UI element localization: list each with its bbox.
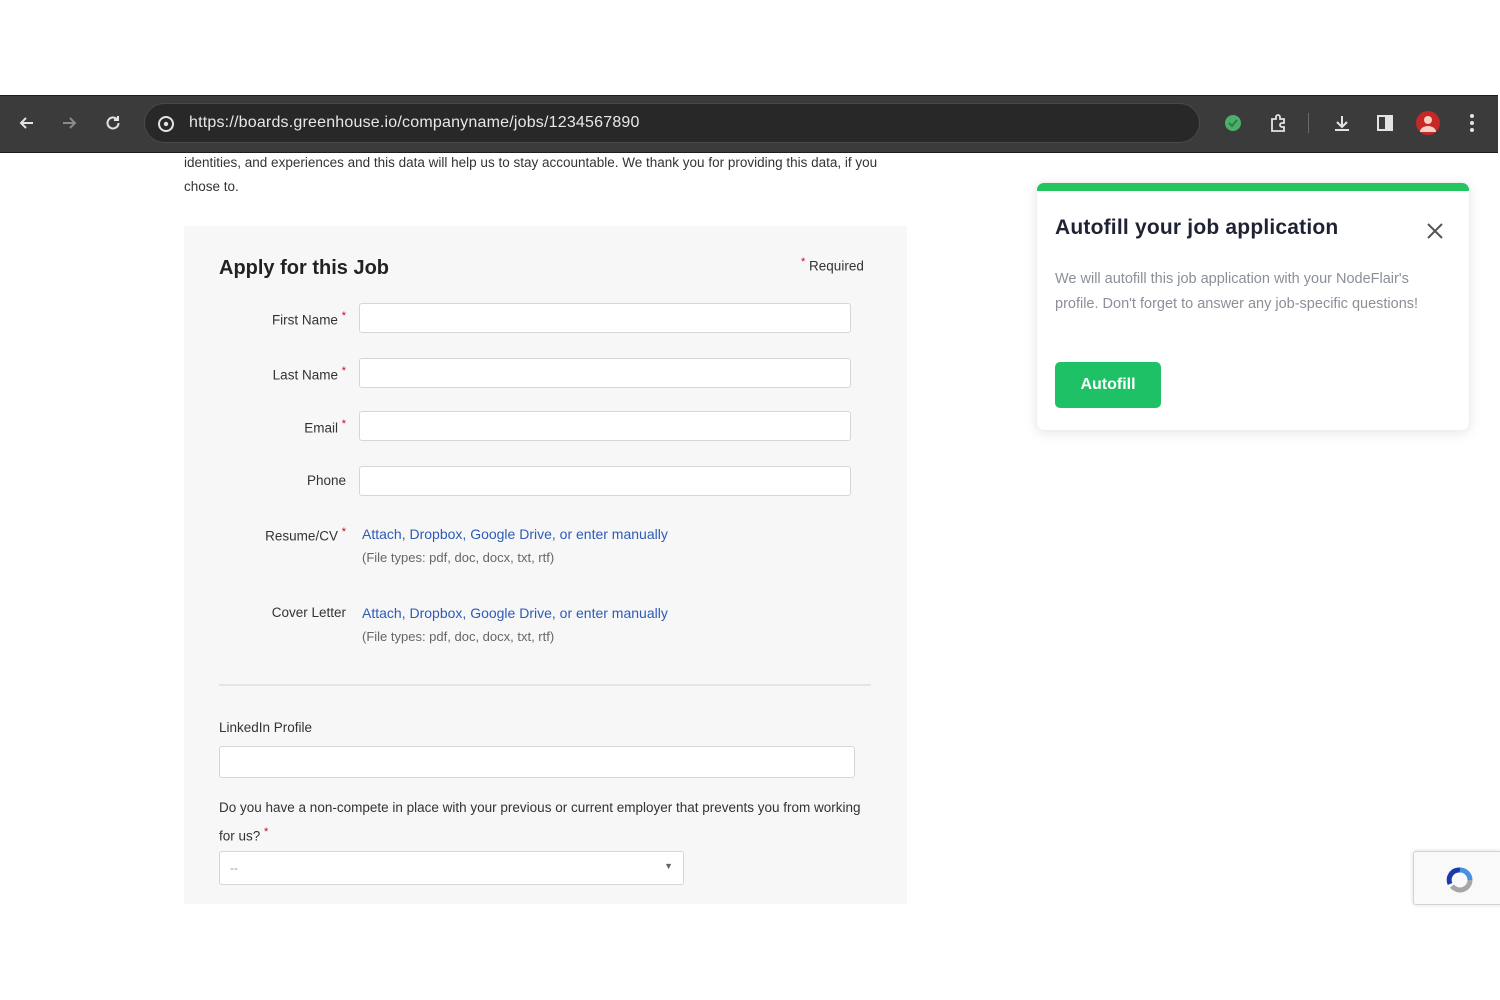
forward-icon[interactable] bbox=[52, 106, 86, 140]
linkedin-input[interactable] bbox=[219, 746, 855, 778]
menu-kebab-icon[interactable] bbox=[1455, 106, 1489, 140]
cover-letter-label: Cover Letter bbox=[271, 605, 346, 620]
cover-letter-enter-manually-link[interactable]: or enter manually bbox=[560, 605, 668, 621]
close-icon[interactable] bbox=[1423, 219, 1447, 243]
chevron-down-icon: ▼ bbox=[664, 861, 673, 871]
required-note: * Required bbox=[801, 256, 864, 274]
email-input[interactable] bbox=[359, 411, 851, 441]
resume-file-types: (File types: pdf, doc, docx, txt, rtf) bbox=[362, 550, 555, 565]
browser-toolbar: https://boards.greenhouse.io/companyname… bbox=[0, 95, 1498, 153]
cover-letter-upload-links: Attach, Dropbox, Google Drive, or enter … bbox=[362, 605, 668, 621]
section-divider bbox=[219, 684, 871, 686]
resume-dropbox-link[interactable]: Dropbox, bbox=[409, 526, 466, 542]
noncompete-question: Do you have a non-compete in place with … bbox=[219, 800, 861, 844]
autofill-popup: Autofill your job application We will au… bbox=[1036, 182, 1470, 431]
cover-letter-file-types: (File types: pdf, doc, docx, txt, rtf) bbox=[362, 629, 555, 644]
toolbar-separator bbox=[1308, 113, 1309, 133]
noncompete-selected-value: -- bbox=[230, 861, 238, 875]
resume-enter-manually-link[interactable]: or enter manually bbox=[560, 526, 668, 542]
first-name-label: First Name * bbox=[271, 310, 346, 328]
intro-text: identities, and experiences and this dat… bbox=[184, 155, 878, 194]
noncompete-select[interactable]: -- ▼ bbox=[219, 851, 684, 885]
url-text: https://boards.greenhouse.io/companyname… bbox=[189, 114, 640, 131]
popup-body: We will autofill this job application wi… bbox=[1055, 271, 1419, 312]
application-form: Apply for this Job * Required First Name… bbox=[184, 226, 907, 904]
cover-letter-google-drive-link[interactable]: Google Drive, bbox=[470, 605, 556, 621]
first-name-input[interactable] bbox=[359, 303, 851, 333]
resume-label: Resume/CV * bbox=[265, 526, 346, 544]
last-name-label: Last Name * bbox=[272, 365, 346, 383]
extension-nodeflair-icon[interactable] bbox=[1216, 106, 1250, 140]
email-label: Email * bbox=[304, 418, 346, 436]
back-icon[interactable] bbox=[10, 106, 44, 140]
resume-google-drive-link[interactable]: Google Drive, bbox=[470, 526, 556, 542]
site-info-icon[interactable] bbox=[157, 115, 175, 133]
address-bar[interactable]: https://boards.greenhouse.io/companyname… bbox=[144, 103, 1200, 143]
recaptcha-badge[interactable] bbox=[1413, 851, 1500, 905]
linkedin-label: LinkedIn Profile bbox=[219, 720, 313, 735]
popup-accent-bar bbox=[1037, 183, 1469, 191]
cover-letter-attach-link[interactable]: Attach, bbox=[362, 605, 406, 621]
recaptcha-icon bbox=[1446, 867, 1473, 893]
popup-title: Autofill your job application bbox=[1055, 216, 1339, 239]
resume-upload-links: Attach, Dropbox, Google Drive, or enter … bbox=[362, 526, 668, 542]
last-name-input[interactable] bbox=[359, 358, 851, 388]
reload-icon[interactable] bbox=[96, 106, 130, 140]
profile-avatar[interactable] bbox=[1411, 106, 1445, 140]
cover-letter-dropbox-link[interactable]: Dropbox, bbox=[409, 605, 466, 621]
download-icon[interactable] bbox=[1325, 106, 1359, 140]
side-panel-icon[interactable] bbox=[1368, 106, 1402, 140]
form-title: Apply for this Job bbox=[219, 257, 389, 279]
autofill-button[interactable]: Autofill bbox=[1055, 362, 1161, 408]
extensions-puzzle-icon[interactable] bbox=[1261, 106, 1295, 140]
resume-attach-link[interactable]: Attach, bbox=[362, 526, 406, 542]
phone-input[interactable] bbox=[359, 466, 851, 496]
phone-label: Phone bbox=[306, 473, 346, 488]
